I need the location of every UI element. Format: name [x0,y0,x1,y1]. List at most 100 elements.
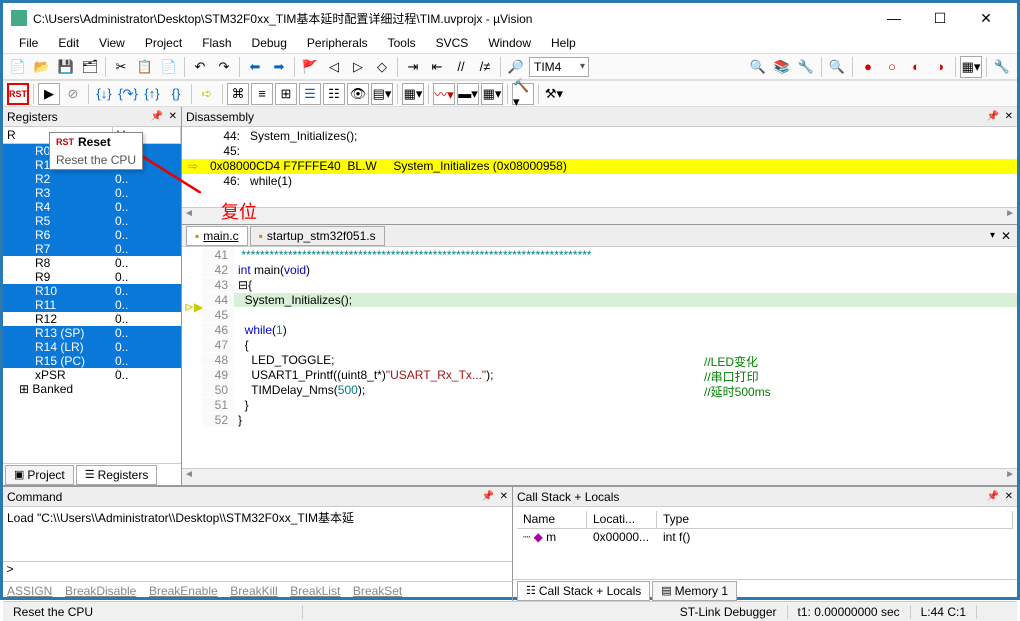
panel-close-icon[interactable]: ✕ [1005,491,1013,502]
outdent-icon[interactable]: ⇤ [426,56,448,78]
step-in-icon[interactable]: {↓} [93,83,115,105]
options-icon[interactable]: 🔧 [991,56,1013,78]
bm-next-icon[interactable]: ▷ [347,56,369,78]
cmd-breakkill[interactable]: BreakKill [230,584,277,598]
register-row[interactable]: R14 (LR)0.. [3,340,181,354]
toolbox-icon[interactable]: 🔨▾ [512,83,534,105]
books-icon[interactable]: 📚 [771,56,793,78]
memory-icon[interactable]: ▤▾ [371,83,393,105]
redo-icon[interactable]: ↷ [213,56,235,78]
find-icon[interactable]: 🔎 [505,56,527,78]
register-row[interactable]: R80.. [3,256,181,270]
run-to-icon[interactable]: {} [165,83,187,105]
trace-icon[interactable]: ▬▾ [457,83,479,105]
bp-killall-icon[interactable]: ◐ [905,56,927,78]
symbols-icon[interactable]: ⊞ [275,83,297,105]
register-row[interactable]: xPSR0.. [3,368,181,382]
panel-close-icon[interactable]: ✕ [1005,111,1013,122]
code-editor[interactable]: 41 *************************************… [182,247,1017,468]
cmd-breakset[interactable]: BreakSet [353,584,402,598]
minimize-button[interactable]: — [871,3,917,33]
tab-memory1[interactable]: ▤ Memory 1 [652,581,737,601]
register-row[interactable]: R13 (SP)0.. [3,326,181,340]
comment-icon[interactable]: // [450,56,472,78]
register-row[interactable]: R90.. [3,270,181,284]
uncomment-icon[interactable]: /≠ [474,56,496,78]
register-row[interactable]: R30.. [3,186,181,200]
cmd-assign[interactable]: ASSIGN [7,584,52,598]
menu-svcs[interactable]: SVCS [428,34,477,52]
bm-prev-icon[interactable]: ◁ [323,56,345,78]
register-row[interactable]: R100.. [3,284,181,298]
nav-back-icon[interactable]: ⬅ [244,56,266,78]
indent-icon[interactable]: ⇥ [402,56,424,78]
cmd-breakdisable[interactable]: BreakDisable [65,584,136,598]
disassembly-body[interactable]: 44: System_Initializes(); 45: ⇨0x08000CD… [182,127,1017,207]
stop-icon[interactable]: ⊘ [62,83,84,105]
registers-tree[interactable]: R00..R10..R20..R30..R40..R50..R60..R70..… [3,144,181,463]
nav-fwd-icon[interactable]: ➡ [268,56,290,78]
step-out-icon[interactable]: {↑} [141,83,163,105]
panel-close-icon[interactable]: ✕ [500,491,508,502]
register-row[interactable]: R70.. [3,242,181,256]
reset-button[interactable]: RST [7,83,29,105]
menu-edit[interactable]: Edit [50,34,87,52]
config-icon[interactable]: 🔧 [795,56,817,78]
tab-project[interactable]: ▣ Project [5,465,74,485]
tab-dropdown-icon[interactable]: ▾ [990,230,995,241]
paste-icon[interactable]: 📄 [158,56,180,78]
run-icon[interactable]: ▶ [38,83,60,105]
scrollbar-h[interactable] [182,207,1017,224]
register-row[interactable]: R120.. [3,312,181,326]
bookmark-icon[interactable]: 🚩 [299,56,321,78]
find2-icon[interactable]: 🔍 [747,56,769,78]
tab-close-icon[interactable]: ✕ [1001,229,1011,243]
pin-icon[interactable]: 📌 [151,111,163,122]
maximize-button[interactable]: ☐ [917,3,963,33]
callstack-icon[interactable]: ☷ [323,83,345,105]
bp-disable-icon[interactable]: ○ [881,56,903,78]
serial-icon[interactable]: ▦▾ [402,83,424,105]
cmd-breakenable[interactable]: BreakEnable [149,584,218,598]
target-combo[interactable]: TIM4 [529,57,589,77]
cut-icon[interactable]: ✂ [110,56,132,78]
sysview-icon[interactable]: ▦▾ [481,83,503,105]
step-over-icon[interactable]: {↷} [117,83,139,105]
tab-main-c[interactable]: ▪main.c [186,226,248,246]
copy-icon[interactable]: 📋 [134,56,156,78]
save-icon[interactable]: 💾 [55,56,77,78]
command-input[interactable] [17,562,512,581]
register-row[interactable]: R60.. [3,228,181,242]
bp-enableall-icon[interactable]: ◑ [929,56,951,78]
tab-registers[interactable]: ☰ Registers [76,465,158,485]
disasm-window-icon[interactable]: ≡ [251,83,273,105]
register-row[interactable]: R110.. [3,298,181,312]
menu-window[interactable]: Window [480,34,539,52]
register-row[interactable]: R20.. [3,172,181,186]
new-icon[interactable]: 📄 [7,56,29,78]
menu-peripherals[interactable]: Peripherals [299,34,376,52]
menu-tools[interactable]: Tools [380,34,424,52]
menu-help[interactable]: Help [543,34,584,52]
undo-icon[interactable]: ↶ [189,56,211,78]
tab-startup-s[interactable]: ▪startup_stm32f051.s [250,226,385,246]
bm-clear-icon[interactable]: ◇ [371,56,393,78]
window-layout-icon[interactable]: ▦▾ [960,56,982,78]
tab-callstack[interactable]: ☷ Call Stack + Locals [517,581,650,601]
register-row[interactable]: R40.. [3,200,181,214]
menu-project[interactable]: Project [137,34,190,52]
analyzer-icon[interactable]: 〰▾ [433,83,455,105]
register-row[interactable]: ⊞ Banked [3,382,181,396]
tools-icon[interactable]: ⚒▾ [543,83,565,105]
menu-view[interactable]: View [91,34,133,52]
register-row[interactable]: R15 (PC)0.. [3,354,181,368]
pin-icon[interactable]: 📌 [987,491,999,502]
panel-close-icon[interactable]: ✕ [169,111,177,122]
cmd-breaklist[interactable]: BreakList [290,584,340,598]
menu-debug[interactable]: Debug [244,34,295,52]
bp-insert-icon[interactable]: ● [857,56,879,78]
debug-icon[interactable]: 🔍 [826,56,848,78]
menu-file[interactable]: File [11,34,46,52]
close-button[interactable]: ✕ [963,3,1009,33]
open-icon[interactable]: 📂 [31,56,53,78]
